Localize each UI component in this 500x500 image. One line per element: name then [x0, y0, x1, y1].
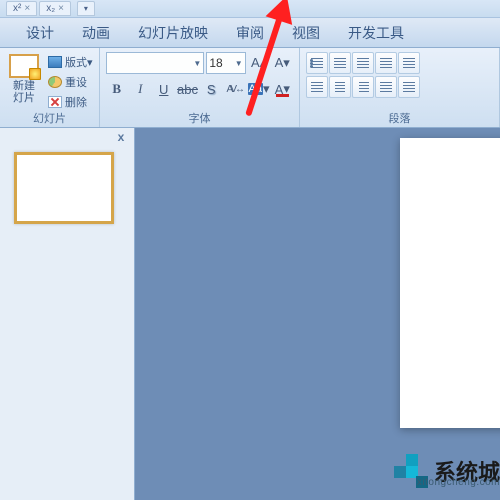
align-center-icon	[335, 82, 345, 92]
tab-review[interactable]: 审阅	[222, 19, 278, 47]
new-slide-icon	[9, 54, 39, 78]
align-left-icon	[311, 82, 323, 92]
ribbon-group-font: ▼ 18▼ A▴ A▾ B I U abc S AV↔ Aa▾ A▾ 字体	[100, 48, 300, 127]
columns-button[interactable]	[398, 76, 420, 98]
font-color-button[interactable]: A▾	[272, 78, 294, 100]
tab-developer[interactable]: 开发工具	[334, 19, 418, 47]
numbering-icon	[334, 58, 346, 68]
font-name-combo[interactable]: ▼	[106, 52, 204, 74]
workspace: x	[0, 128, 500, 500]
group-label-paragraph: 段落	[300, 110, 499, 126]
layout-button[interactable]: 版式 ▾	[46, 52, 95, 72]
new-slide-button[interactable]: 新建灯片	[4, 50, 44, 108]
reset-button[interactable]: 重设	[46, 72, 95, 92]
justify-icon	[380, 82, 392, 92]
qat-close-icon[interactable]: ×	[24, 3, 30, 15]
tab-design[interactable]: 设计	[12, 19, 68, 47]
close-pane-button[interactable]: x	[114, 130, 128, 144]
font-size-combo[interactable]: 18▼	[206, 52, 245, 74]
tab-view[interactable]: 视图	[278, 19, 334, 47]
outdent-icon	[357, 58, 369, 68]
watermark-url: xitongcheng.com	[417, 477, 500, 488]
ribbon-tabs: 设计 动画 幻灯片放映 审阅 视图 开发工具	[0, 18, 500, 48]
slide-thumbnail-1[interactable]	[14, 152, 114, 224]
slide-canvas[interactable]	[400, 138, 500, 428]
align-center-button[interactable]	[329, 76, 351, 98]
watermark: 系统城 xitongcheng.com	[394, 454, 500, 488]
slide-canvas-area	[135, 128, 500, 500]
qat-close-icon[interactable]: ×	[58, 3, 64, 15]
align-left-button[interactable]	[306, 76, 328, 98]
numbering-button[interactable]	[329, 52, 351, 74]
indent-icon	[380, 58, 392, 68]
italic-button[interactable]: I	[130, 78, 152, 100]
ribbon-group-paragraph: 段落	[300, 48, 500, 127]
align-right-button[interactable]	[352, 76, 374, 98]
increase-indent-button[interactable]	[375, 52, 397, 74]
underline-button[interactable]: U	[153, 78, 175, 100]
ribbon: 新建灯片 版式 ▾ 重设 删除 幻灯片 ▼ 18▼ A▴ A▾ B I U ab…	[0, 48, 500, 128]
bullets-icon	[311, 58, 323, 68]
ribbon-group-slides: 新建灯片 版式 ▾ 重设 删除 幻灯片	[0, 48, 100, 127]
tab-slideshow[interactable]: 幻灯片放映	[124, 19, 222, 47]
line-spacing-icon	[403, 58, 415, 68]
tab-animations[interactable]: 动画	[68, 19, 124, 47]
columns-icon	[403, 82, 415, 92]
slide-thumbnails-pane: x	[0, 128, 135, 500]
reset-icon	[48, 76, 62, 88]
group-label-slides: 幻灯片	[0, 110, 99, 126]
layout-icon	[48, 56, 62, 68]
text-shadow-button[interactable]: S	[201, 78, 223, 100]
chevron-down-icon: ▼	[193, 59, 201, 68]
increase-font-button[interactable]: A▴	[248, 52, 270, 74]
align-right-icon	[359, 82, 369, 92]
decrease-font-button[interactable]: A▾	[271, 52, 293, 74]
group-label-font: 字体	[100, 110, 299, 126]
strikethrough-button[interactable]: abc	[177, 78, 199, 100]
new-slide-label: 新建灯片	[13, 80, 35, 104]
char-spacing-button[interactable]: AV↔	[224, 78, 246, 100]
qat-subscript[interactable]: x²×	[6, 1, 37, 16]
bold-button[interactable]: B	[106, 78, 128, 100]
bullets-button[interactable]	[306, 52, 328, 74]
change-case-button[interactable]: Aa▾	[248, 78, 270, 100]
chevron-down-icon: ▼	[235, 59, 243, 68]
line-spacing-button[interactable]	[398, 52, 420, 74]
quick-access-toolbar: x²× x₂× ▾	[0, 0, 500, 18]
qat-more-button[interactable]: ▾	[77, 1, 95, 16]
justify-button[interactable]	[375, 76, 397, 98]
delete-button[interactable]: 删除	[46, 92, 95, 112]
decrease-indent-button[interactable]	[352, 52, 374, 74]
delete-icon	[48, 96, 62, 108]
qat-superscript[interactable]: x₂×	[39, 1, 71, 16]
